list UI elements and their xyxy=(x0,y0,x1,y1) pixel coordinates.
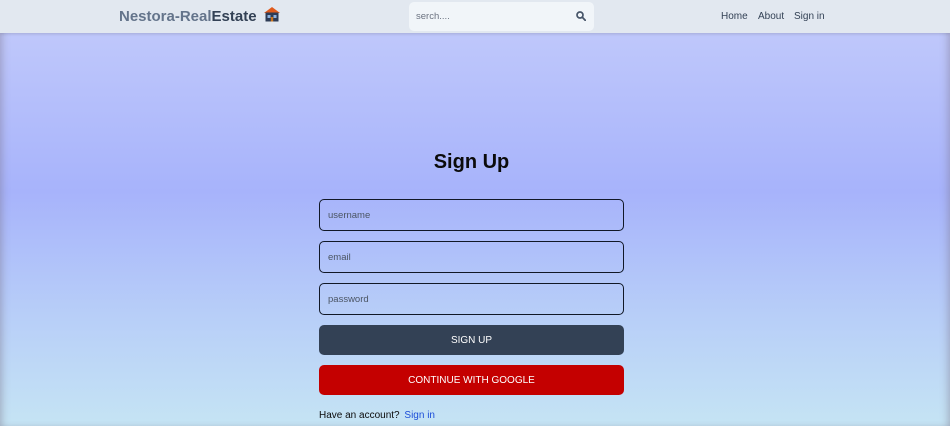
continue-with-google-button[interactable]: CONTINUE WITH GOOGLE xyxy=(319,365,624,395)
search-icon[interactable] xyxy=(576,11,586,21)
logo-text-part1: Nestora-Real xyxy=(119,8,212,25)
password-field[interactable] xyxy=(319,283,624,315)
logo-text-part2: Estate xyxy=(211,8,257,25)
username-field[interactable] xyxy=(319,199,624,231)
search-input[interactable] xyxy=(416,9,566,23)
have-account-text: Have an account? xyxy=(319,410,400,421)
page-title: Sign Up xyxy=(433,151,510,173)
nav-about-link[interactable]: About xyxy=(758,11,784,23)
nav-sign-in-link[interactable]: Sign in xyxy=(794,11,825,23)
have-account-line: Have an account? Sign in xyxy=(319,410,435,422)
email-field[interactable] xyxy=(319,241,624,273)
sign-in-link[interactable]: Sign in xyxy=(404,410,435,421)
site-logo[interactable]: Nestora-RealEstate xyxy=(119,8,257,25)
sign-up-button[interactable]: SIGN UP xyxy=(319,325,624,355)
nav-home-link[interactable]: Home xyxy=(721,11,748,23)
top-navbar: Nestora-RealEstate Home About Sign in xyxy=(0,0,950,33)
search-bar xyxy=(409,2,594,31)
house-icon xyxy=(264,7,280,22)
